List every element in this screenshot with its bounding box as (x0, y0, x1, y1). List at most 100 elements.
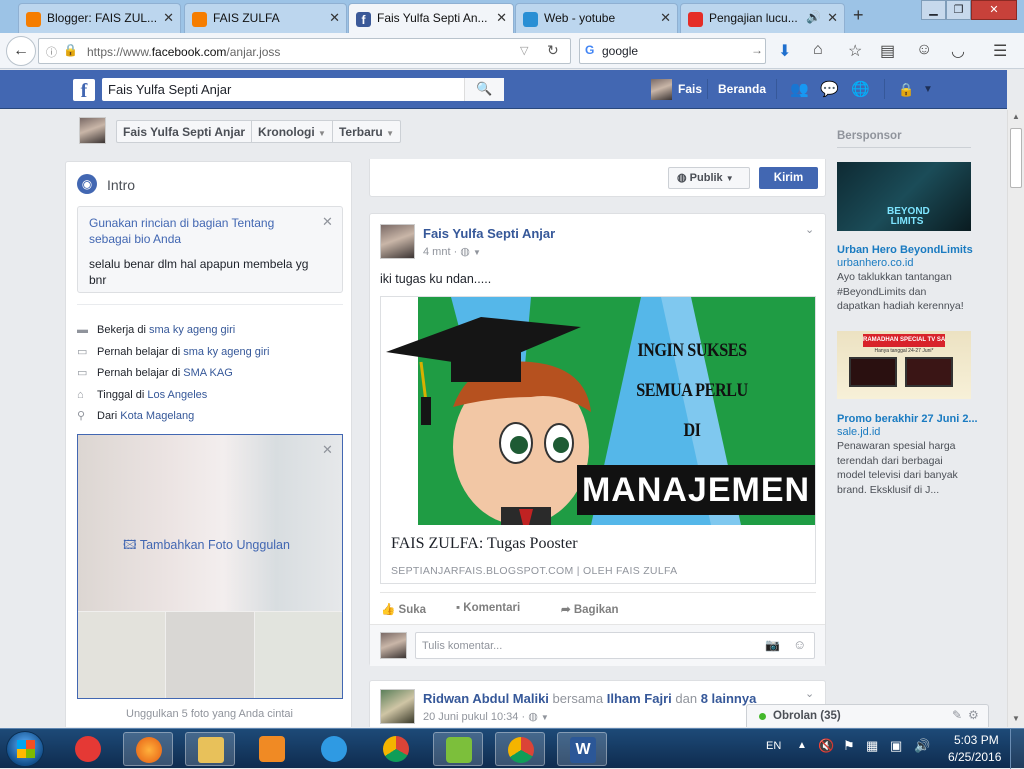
bio-prompt[interactable]: Gunakan rincian di bagian Tentang sebaga… (89, 215, 307, 247)
intro-item-link[interactable]: sma ky ageng giri (149, 324, 235, 336)
post-time[interactable]: 4 mnt (423, 246, 451, 258)
link-preview[interactable]: INGIN SUKSES SEMUA PERLU DI MANAJEMEN FA… (380, 296, 816, 584)
hello-icon[interactable]: ☺ (916, 41, 932, 59)
profile-link[interactable]: Fais (678, 82, 702, 96)
search-input[interactable]: google (602, 44, 638, 58)
intro-item-link[interactable]: Kota Magelang (120, 410, 194, 422)
scroll-down-icon[interactable]: ▼ (1012, 714, 1020, 723)
close-window-button[interactable]: ✕ (971, 0, 1017, 20)
volume-muted-icon[interactable]: 🔇 (818, 738, 834, 754)
search-icon[interactable]: 🔍 (464, 78, 504, 101)
intro-item-link[interactable]: Los Angeles (147, 389, 207, 401)
messages-icon[interactable]: 💬 (820, 80, 839, 98)
clock-time[interactable]: 5:03 PM (954, 733, 999, 747)
start-button[interactable] (6, 731, 44, 767)
taskbar-app-chrome[interactable] (371, 732, 421, 766)
share-button[interactable]: ➦ Bagikan (561, 602, 619, 616)
emoji-icon[interactable]: ☺ (793, 637, 806, 652)
close-icon[interactable]: ✕ (322, 442, 333, 458)
tab-youtube[interactable]: Pengajian lucu... 🔊 ✕ (680, 3, 845, 33)
close-icon[interactable]: ✕ (322, 214, 333, 230)
chevron-down-icon[interactable]: ▼ (541, 713, 549, 722)
url-bar[interactable]: ⓘ 🔒 https://www.facebook.com/anjar.joss … (38, 38, 571, 64)
avatar[interactable] (380, 689, 415, 724)
privacy-shortcuts-icon[interactable]: 🔒 (898, 82, 914, 98)
add-featured-photo-button[interactable]: 🖾 Tambahkan Foto Unggulan (123, 536, 290, 557)
maximize-button[interactable]: ❐ (946, 0, 971, 20)
show-hidden-icons-icon[interactable]: ▲ (797, 740, 807, 751)
tab-fais-zulfa[interactable]: FAIS ZULFA ✕ (184, 3, 347, 33)
post-author[interactable]: Fais Yulfa Septi Anjar (423, 226, 555, 241)
compose-icon[interactable]: ✎ (952, 708, 962, 722)
friend-requests-icon[interactable]: 👥 (790, 80, 809, 98)
close-icon[interactable]: ✕ (329, 10, 340, 26)
download-icon[interactable]: ⬇ (778, 41, 791, 61)
menu-icon[interactable]: ☰ (993, 41, 1007, 61)
page-scrollbar[interactable]: ▲ ▼ (1007, 110, 1024, 727)
avatar[interactable] (79, 117, 106, 144)
taskbar-app-green[interactable] (433, 732, 483, 766)
taskbar-app-word[interactable]: W (557, 732, 607, 766)
taskbar-app-explorer[interactable] (185, 732, 235, 766)
scroll-up-icon[interactable]: ▲ (1012, 112, 1020, 121)
ad-domain[interactable]: urbanhero.co.id (837, 257, 913, 269)
home-icon[interactable]: ⌂ (813, 41, 823, 59)
language-indicator[interactable]: EN (766, 740, 781, 752)
comment-input[interactable]: Tulis komentar... 📷 ☺ (415, 632, 815, 659)
notifications-globe-icon[interactable]: 🌐 (851, 80, 870, 98)
privacy-selector[interactable]: ◍ Publik ▼ (668, 167, 750, 189)
close-icon[interactable]: ✕ (163, 10, 174, 26)
arrow-right-icon[interactable]: → (751, 43, 763, 57)
taskbar-app-firefox[interactable] (123, 732, 173, 766)
tab-blogger[interactable]: Blogger: FAIS ZUL... ✕ (18, 3, 181, 33)
post-options-chevron-icon[interactable]: ⌄ (805, 687, 814, 700)
bookmark-star-icon[interactable]: ☆ (848, 41, 862, 61)
reading-list-icon[interactable]: ▤ (880, 41, 895, 61)
back-button[interactable]: ← (6, 36, 36, 66)
info-icon[interactable]: ⓘ (46, 44, 57, 60)
camera-icon[interactable]: 📷 (765, 638, 780, 652)
post-author[interactable]: Ridwan Abdul Maliki (423, 691, 549, 706)
taskbar-app-ie[interactable] (309, 732, 359, 766)
avatar[interactable] (651, 79, 672, 100)
ad-domain[interactable]: sale.jd.id (837, 426, 880, 438)
intro-item-link[interactable]: sma ky ageng giri (183, 346, 269, 358)
link-title[interactable]: FAIS ZULFA: Tugas Pooster (391, 535, 578, 553)
avatar[interactable] (380, 224, 415, 259)
pocket-icon[interactable]: ◡ (951, 41, 965, 61)
taskbar-app-chrome-2[interactable] (495, 732, 545, 766)
scrollbar-thumb[interactable] (1010, 128, 1022, 188)
post-time[interactable]: 20 Juni pukul 10:34 (423, 711, 518, 723)
comment-button[interactable]: ▪ Komentari (456, 602, 520, 614)
chat-bar[interactable]: Obrolan (35) ✎ ⚙ (746, 704, 989, 727)
timeline-dropdown[interactable]: Kronologi ▼ (252, 121, 333, 142)
dropdown-arrow-icon[interactable]: ▽ (520, 44, 528, 57)
speaker-icon[interactable]: 🔊 (914, 738, 930, 754)
ad-image[interactable]: RAMADHAN SPECIAL TV SALE Hanya tanggal 2… (837, 331, 971, 399)
ad-title[interactable]: Promo berakhir 27 Juni 2... (837, 413, 978, 425)
search-bar[interactable]: G google → (579, 38, 766, 64)
intro-item-link[interactable]: SMA KAG (183, 367, 233, 379)
featured-photos-box[interactable]: ✕ 🖾 Tambahkan Foto Unggulan (77, 434, 343, 699)
profile-name-button[interactable]: Fais Yulfa Septi Anjar (117, 121, 253, 142)
chevron-down-icon[interactable]: ▼ (473, 248, 481, 257)
windows-update-icon[interactable]: ▦ (866, 738, 878, 754)
taskbar-app-skype[interactable] (63, 732, 113, 766)
tab-web-yotube[interactable]: Web - yotube ✕ (515, 3, 678, 33)
ad-title[interactable]: Urban Hero BeyondLimits (837, 244, 973, 256)
close-icon[interactable]: ✕ (660, 10, 671, 26)
account-menu-arrow-icon[interactable]: ▼ (923, 84, 933, 95)
gear-icon[interactable]: ⚙ (968, 708, 979, 722)
tab-facebook[interactable]: f Fais Yulfa Septi An... ✕ (348, 3, 514, 33)
minimize-button[interactable]: ▁ (921, 0, 946, 20)
taskbar-app-media[interactable] (247, 732, 297, 766)
close-icon[interactable]: ✕ (827, 10, 838, 26)
new-tab-plus-icon[interactable]: + (853, 5, 864, 26)
reload-icon[interactable]: ↻ (547, 42, 559, 59)
ad-image[interactable]: BEYOND LIMITS (837, 162, 971, 231)
like-button[interactable]: 👍 Suka (381, 602, 426, 616)
facebook-search[interactable]: Fais Yulfa Septi Anjar 🔍 (102, 78, 504, 101)
tagged-user[interactable]: Ilham Fajri (607, 691, 672, 706)
clock-date[interactable]: 6/25/2016 (948, 750, 1001, 764)
recent-dropdown[interactable]: Terbaru ▼ (333, 121, 400, 142)
